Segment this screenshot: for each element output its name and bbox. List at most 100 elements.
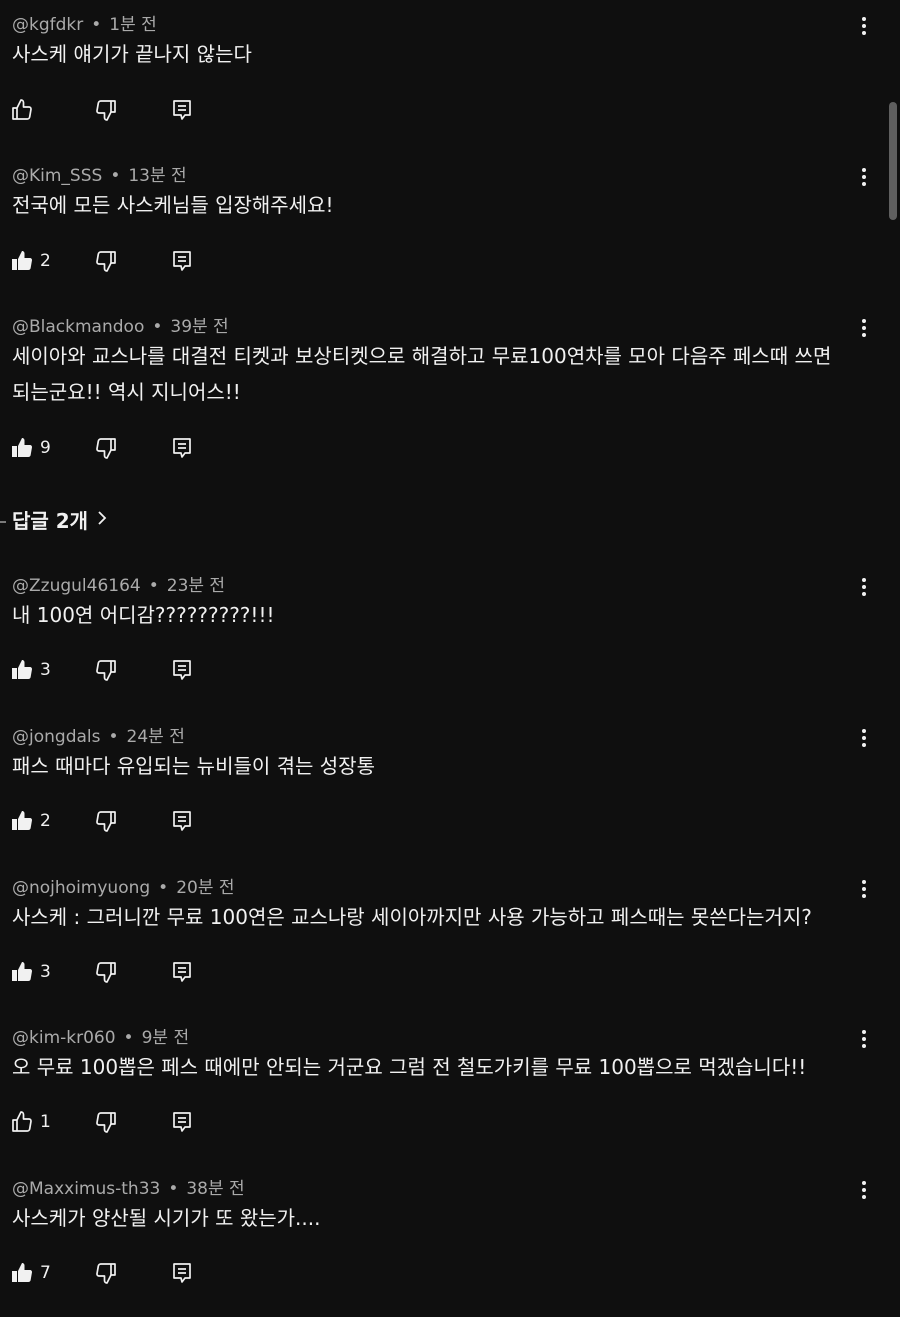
comment-meta: @kim-kr060 • 9분 전: [12, 1027, 189, 1049]
comment-author[interactable]: @Zzugul46164: [12, 576, 141, 596]
reply-button[interactable]: [170, 95, 194, 125]
comment-meta: @Maxximus-th33 • 38분 전: [12, 1178, 245, 1200]
like-button[interactable]: 3: [10, 957, 51, 987]
separator-dot: •: [123, 1028, 134, 1048]
comment-time[interactable]: 23분 전: [167, 576, 225, 596]
reply-icon: [170, 960, 194, 984]
reply-icon: [170, 658, 194, 682]
thumbs-up-icon: [10, 809, 34, 833]
thumbs-down-icon: [94, 960, 118, 984]
thumbs-down-icon: [94, 1110, 118, 1134]
chevron-right-icon: [96, 508, 108, 532]
reply-button[interactable]: [170, 433, 194, 463]
dislike-button[interactable]: [94, 655, 118, 685]
thumbs-up-icon: [10, 658, 34, 682]
reply-icon: [170, 249, 194, 273]
comment-menu-button[interactable]: [852, 312, 876, 344]
comment-meta: @nojhoimyuong • 20분 전: [12, 877, 235, 899]
comment-actions: 2: [0, 806, 260, 836]
thumbs-down-icon: [94, 249, 118, 273]
like-count: 1: [40, 1112, 51, 1132]
comment-menu-button[interactable]: [852, 10, 876, 42]
dislike-button[interactable]: [94, 1107, 118, 1137]
scrollbar-thumb[interactable]: [889, 102, 897, 220]
comment-author[interactable]: @kim-kr060: [12, 1028, 116, 1048]
comment-meta: @jongdals • 24분 전: [12, 726, 185, 748]
separator-dot: •: [91, 15, 102, 35]
comment-text: 사스케 : 그러니깐 무료 100연은 교스나랑 세이아까지만 사용 가능하고 …: [12, 905, 812, 929]
like-count: 9: [40, 438, 51, 458]
dislike-button[interactable]: [94, 957, 118, 987]
comment-menu-button[interactable]: [852, 571, 876, 603]
like-button[interactable]: 1: [10, 1107, 51, 1137]
comment-text: 오 무료 100뽑은 페스 때에만 안되는 거군요 그럼 전 철도가키를 무료 …: [12, 1055, 807, 1079]
like-count: 3: [40, 660, 51, 680]
reply-button[interactable]: [170, 806, 194, 836]
comment-actions: 9: [0, 433, 260, 463]
comment-menu-button[interactable]: [852, 161, 876, 193]
comment-time[interactable]: 20분 전: [176, 878, 234, 898]
comment-meta: @kgfdkr • 1분 전: [12, 14, 157, 36]
reply-icon: [170, 809, 194, 833]
dislike-button[interactable]: [94, 806, 118, 836]
like-count: 2: [40, 811, 51, 831]
view-replies-button[interactable]: 답글 2개: [12, 505, 108, 534]
reply-button[interactable]: [170, 957, 194, 987]
like-button[interactable]: 9: [10, 433, 51, 463]
comment-author[interactable]: @kgfdkr: [12, 15, 83, 35]
like-button[interactable]: 3: [10, 655, 51, 685]
comment-time[interactable]: 13분 전: [128, 166, 186, 186]
reply-button[interactable]: [170, 655, 194, 685]
thumbs-up-icon: [10, 1110, 34, 1134]
separator-dot: •: [110, 166, 121, 186]
comment-author[interactable]: @jongdals: [12, 727, 100, 747]
thumbs-up-icon: [10, 98, 34, 122]
like-count: 7: [40, 1263, 51, 1283]
reply-button[interactable]: [170, 246, 194, 276]
comment-text: 전국에 모든 사스케님들 입장해주세요!: [12, 193, 334, 217]
comment-time[interactable]: 9분 전: [142, 1028, 190, 1048]
comment-time[interactable]: 24분 전: [127, 727, 185, 747]
thumbs-down-icon: [94, 658, 118, 682]
separator-dot: •: [158, 878, 169, 898]
thumbs-down-icon: [94, 809, 118, 833]
comment-actions: 7: [0, 1258, 260, 1288]
reply-button[interactable]: [170, 1107, 194, 1137]
comment-author[interactable]: @nojhoimyuong: [12, 878, 150, 898]
dislike-button[interactable]: [94, 1258, 118, 1288]
dislike-button[interactable]: [94, 433, 118, 463]
comment-menu-button[interactable]: [852, 722, 876, 754]
like-button[interactable]: 2: [10, 246, 51, 276]
comment-time[interactable]: 39분 전: [170, 317, 228, 337]
like-count: 3: [40, 962, 51, 982]
comment-menu-button[interactable]: [852, 1023, 876, 1055]
comment-author[interactable]: @Kim_SSS: [12, 166, 102, 186]
like-button[interactable]: 2: [10, 806, 51, 836]
thumbs-up-icon: [10, 436, 34, 460]
comment-text: 내 100연 어디감?????????!!!: [12, 603, 275, 627]
comment-meta: @Zzugul46164 • 23분 전: [12, 575, 225, 597]
thumbs-up-icon: [10, 960, 34, 984]
comment-menu-button[interactable]: [852, 873, 876, 905]
comment-actions: 3: [0, 957, 260, 987]
comment-actions: [0, 95, 260, 125]
comment-time[interactable]: 38분 전: [186, 1179, 244, 1199]
separator-dot: •: [168, 1179, 179, 1199]
like-count: 2: [40, 251, 51, 271]
dislike-button[interactable]: [94, 246, 118, 276]
thumbs-up-icon: [10, 1261, 34, 1285]
comment-actions: 2: [0, 246, 260, 276]
comment-author[interactable]: @Blackmandoo: [12, 317, 144, 337]
reply-icon: [170, 1261, 194, 1285]
comment-author[interactable]: @Maxximus-th33: [12, 1179, 160, 1199]
comment-actions: 1: [0, 1107, 260, 1137]
like-button[interactable]: [10, 95, 40, 125]
dislike-button[interactable]: [94, 95, 118, 125]
comment-menu-button[interactable]: [852, 1174, 876, 1206]
comment-actions: 3: [0, 655, 260, 685]
comment-text: 사스케가 양산될 시기가 또 왔는가....: [12, 1206, 321, 1230]
like-button[interactable]: 7: [10, 1258, 51, 1288]
reply-button[interactable]: [170, 1258, 194, 1288]
thumbs-down-icon: [94, 1261, 118, 1285]
comment-time[interactable]: 1분 전: [109, 15, 157, 35]
